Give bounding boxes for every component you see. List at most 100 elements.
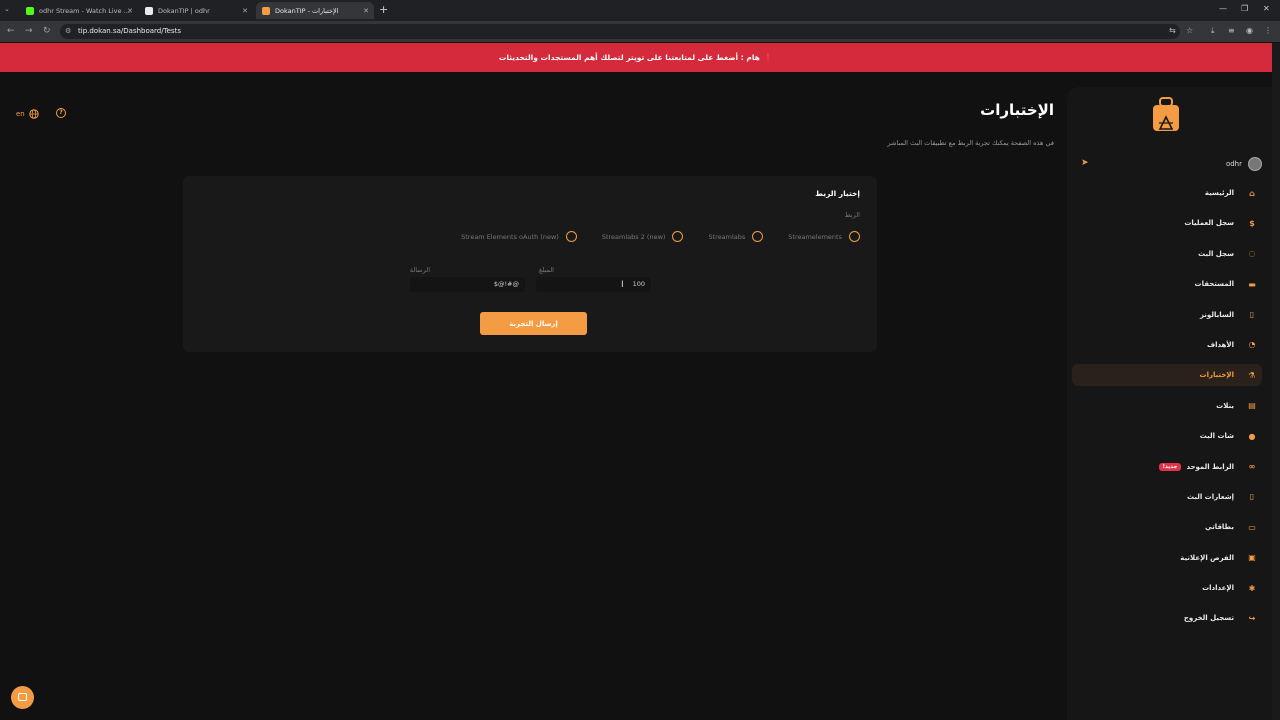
tab-close-icon[interactable]: ✕ bbox=[363, 7, 369, 15]
amount-label: المبلغ bbox=[538, 266, 554, 274]
sidebar-item-stream-alerts[interactable]: ▯ إشعارات البث bbox=[1072, 486, 1262, 508]
profile-icon[interactable]: ◉ bbox=[1246, 26, 1253, 35]
sidebar-item-goals[interactable]: ◔ الأهداف bbox=[1072, 334, 1262, 356]
radio-streamlabs-2[interactable]: Streamlabs 2 (new) bbox=[602, 231, 684, 242]
tab-title: odhr Stream - Watch Live on K bbox=[39, 6, 131, 15]
sidebar-item-unified-link[interactable]: ∞ الرابط الموحد جديد! bbox=[1072, 456, 1262, 478]
radio-streamelements[interactable]: Streamelements bbox=[788, 231, 860, 242]
browser-tab-strip: ⌄ odhr Stream - Watch Live on K ✕ DokanT… bbox=[0, 0, 1280, 21]
banner-text: هام : أضغط على لمتابعتنا على تويتر لتصلك… bbox=[498, 53, 760, 62]
sidebar-item-panels[interactable]: ▤ بنلات bbox=[1072, 395, 1262, 417]
panel-icon: ▤ bbox=[1248, 401, 1256, 411]
page-title: الإختبارات bbox=[980, 101, 1054, 119]
tab-title: DokanTIP | odhr bbox=[158, 6, 210, 15]
bookmark-star-icon[interactable]: ☆ bbox=[1186, 26, 1193, 35]
browser-tab-kick[interactable]: odhr Stream - Watch Live on K ✕ bbox=[20, 2, 138, 19]
sidebar-item-label: سجل العمليات bbox=[1184, 219, 1234, 228]
sidebar-item-settings[interactable]: ✱ الإعدادات bbox=[1072, 577, 1262, 599]
card-icon: ▭ bbox=[1248, 522, 1256, 532]
message-input[interactable]: @#!@$ bbox=[410, 277, 525, 292]
support-chat-button[interactable] bbox=[11, 686, 34, 709]
user-profile[interactable]: odhr bbox=[1226, 157, 1262, 171]
browser-tab-dokantip[interactable]: DokanTIP | odhr ✕ bbox=[139, 2, 253, 19]
send-icon[interactable]: ➤ bbox=[1081, 158, 1089, 168]
forward-icon[interactable]: → bbox=[25, 26, 33, 36]
browser-tab-tests[interactable]: DokanTIP - الإختبارات ✕ bbox=[256, 2, 374, 19]
sidebar-item-my-cards[interactable]: ▭ بطاقاتي bbox=[1072, 516, 1262, 538]
sidebar-item-stream-log[interactable]: ◌ سجل البث bbox=[1072, 243, 1262, 265]
announcement-banner[interactable]: ❗ هام : أضغط على لمتابعتنا على تويتر لتص… bbox=[0, 43, 1272, 72]
download-icon[interactable]: ⤓ bbox=[1211, 26, 1215, 36]
tab-close-icon[interactable]: ✕ bbox=[127, 7, 133, 15]
sidebar-item-payouts[interactable]: ▬ المستحقات bbox=[1072, 273, 1262, 295]
document-icon: ▯ bbox=[1249, 310, 1255, 320]
card-title: إختبار الربط bbox=[815, 189, 860, 198]
language-switcher[interactable]: en bbox=[16, 109, 39, 119]
message-label: الرسالة bbox=[409, 266, 430, 274]
new-tab-button[interactable]: + bbox=[379, 3, 388, 16]
tab-close-icon[interactable]: ✕ bbox=[242, 7, 248, 15]
page-scrollbar[interactable] bbox=[1272, 43, 1280, 720]
radio-stream-elements-oauth[interactable]: Stream Elements oAuth (new) bbox=[461, 231, 577, 242]
sidebar-item-home[interactable]: ⌂ الرئيسية bbox=[1072, 182, 1262, 204]
sidebar-item-subathons[interactable]: ▯ السابالونز bbox=[1072, 304, 1262, 326]
send-test-button[interactable]: إرسال التجربة bbox=[480, 312, 587, 335]
sidebar-item-label: السابالونز bbox=[1199, 310, 1234, 319]
extensions-icon[interactable]: ≡ bbox=[1228, 26, 1235, 35]
sidebar-item-label: الفرص الإعلانية bbox=[1180, 553, 1234, 562]
translate-icon[interactable]: ⇆ bbox=[1169, 26, 1176, 35]
sidebar-item-label: المستحقات bbox=[1194, 280, 1234, 289]
restore-icon[interactable]: ❐ bbox=[1241, 4, 1248, 13]
exclamation-icon: ❗ bbox=[763, 53, 774, 62]
radio-circle-icon[interactable] bbox=[565, 231, 577, 242]
radio-circle-icon[interactable] bbox=[849, 231, 860, 242]
link-options: Streamelements Streamlabs Streamlabs 2 (… bbox=[461, 231, 860, 242]
address-bar[interactable]: ⚙ tip.dokan.sa/Dashboard/Tests bbox=[60, 24, 1180, 39]
wallet-icon: ▬ bbox=[1248, 279, 1256, 289]
avatar bbox=[1248, 157, 1262, 171]
radio-label: Streamlabs bbox=[708, 232, 746, 241]
close-window-icon[interactable]: ✕ bbox=[1263, 4, 1270, 13]
sidebar-item-label: الإختبارات bbox=[1199, 371, 1234, 380]
dokantip-favicon-icon bbox=[262, 6, 270, 15]
sidebar-item-label: شات البث bbox=[1199, 432, 1234, 441]
radio-label: Streamelements bbox=[788, 232, 842, 241]
sidebar: ➤ odhr ⌂ الرئيسية $ سجل العمليات ◌ سجل البث… bbox=[1067, 87, 1272, 720]
site-info-icon[interactable]: ⚙ bbox=[65, 27, 71, 35]
sidebar-item-logout[interactable]: ↪ تسجيل الخروج bbox=[1072, 607, 1262, 629]
sidebar-menu: ⌂ الرئيسية $ سجل العمليات ◌ سجل البث ▬ المست… bbox=[1072, 182, 1262, 638]
sidebar-item-stream-chat[interactable]: ● شات البث bbox=[1072, 425, 1262, 447]
sidebar-item-label: بطاقاتي bbox=[1205, 523, 1234, 532]
radio-circle-icon[interactable] bbox=[672, 231, 684, 242]
tab-title: DokanTIP - الإختبارات bbox=[275, 6, 339, 15]
dokantip-favicon-icon bbox=[145, 6, 153, 15]
dollar-icon: $ bbox=[1249, 218, 1255, 228]
sidebar-item-label: الأهداف bbox=[1206, 340, 1234, 349]
sidebar-item-tests[interactable]: ⚗ الإختبارات bbox=[1072, 364, 1262, 387]
globe-icon bbox=[29, 109, 39, 119]
chat-icon bbox=[18, 693, 27, 701]
radio-circle-icon[interactable] bbox=[752, 231, 764, 242]
username: odhr bbox=[1225, 160, 1242, 168]
sidebar-item-label: الرئيسية bbox=[1204, 189, 1234, 197]
link-test-card: إختبار الربط الربط Streamelements Stream… bbox=[183, 176, 877, 352]
minimize-icon[interactable]: — bbox=[1219, 4, 1227, 13]
text-cursor-icon: I bbox=[621, 280, 624, 290]
radio-streamlabs[interactable]: Streamlabs bbox=[708, 231, 764, 242]
sidebar-item-transactions[interactable]: $ سجل العمليات bbox=[1072, 212, 1262, 234]
link-label: الربط bbox=[844, 211, 860, 219]
sidebar-item-ad-opportunities[interactable]: ▣ الفرص الإعلانية bbox=[1072, 547, 1262, 569]
link-icon: ∞ bbox=[1248, 462, 1256, 472]
sidebar-item-label: الإعدادات bbox=[1202, 584, 1234, 593]
reload-icon[interactable]: ↻ bbox=[43, 26, 51, 36]
new-badge: جديد! bbox=[1158, 462, 1182, 471]
amount-input[interactable]: 100 bbox=[536, 277, 651, 292]
tab-search-icon[interactable]: ⌄ bbox=[4, 5, 10, 13]
chat-bubbles-icon: ● bbox=[1248, 431, 1256, 441]
menu-icon[interactable]: ⋮ bbox=[1264, 26, 1272, 35]
dokantip-logo-icon bbox=[1153, 97, 1179, 131]
sidebar-item-label: تسجيل الخروج bbox=[1183, 614, 1234, 623]
mobile-icon: ▯ bbox=[1249, 492, 1255, 502]
help-icon[interactable]: ? bbox=[56, 108, 66, 118]
back-icon[interactable]: ← bbox=[7, 26, 15, 36]
